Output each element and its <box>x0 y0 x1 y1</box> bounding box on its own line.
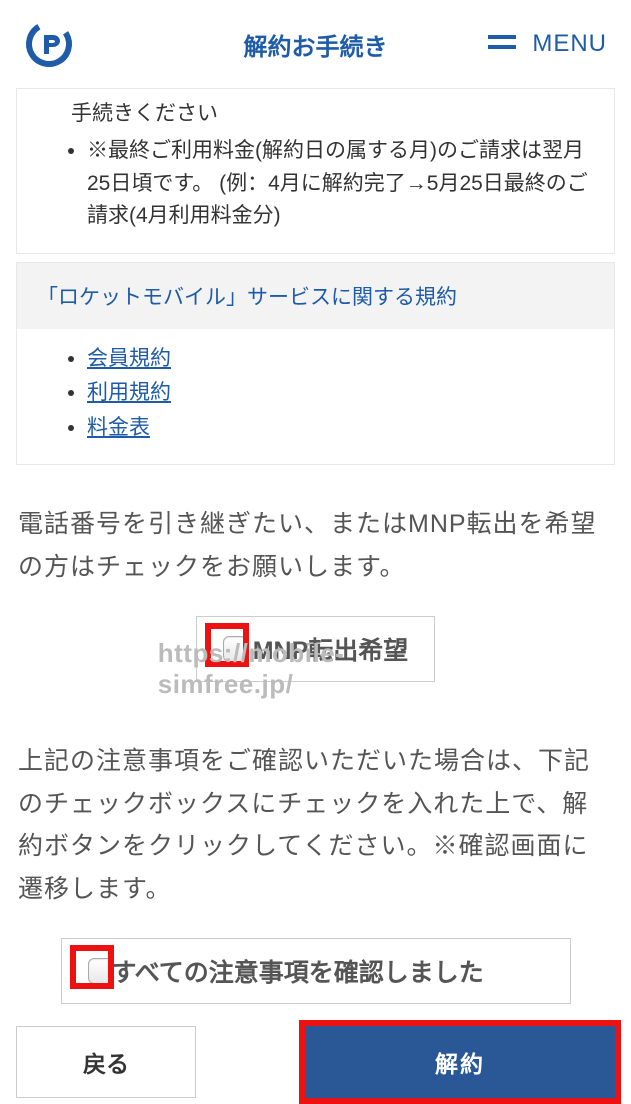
notice-bullet: ※最終ご利用料金(解約日の属する月)のご請求は翌月25日頃です。 (例：4月に解… <box>87 135 594 233</box>
confirm-instruction: 上記の注意事項をご確認いただいた場合は、下記のチェックボックスにチェックを入れた… <box>18 740 613 910</box>
hamburger-icon <box>488 30 516 58</box>
menu-label: MENU <box>532 30 607 58</box>
submit-button-label: 解約 <box>435 1045 485 1079</box>
confirm-checkbox-container[interactable]: すべての注意事項を確認しました <box>61 938 571 1004</box>
brand-logo[interactable] <box>24 19 74 69</box>
notice-card: 手続きください ※最終ご利用料金(解約日の属する月)のご請求は翌月25日頃です。… <box>16 88 615 254</box>
terms-link-usage[interactable]: 利用規約 <box>87 381 171 404</box>
main-content: 手続きください ※最終ご利用料金(解約日の属する月)のご請求は翌月25日頃です。… <box>0 88 631 1098</box>
page-title: 解約お手続き <box>244 27 388 62</box>
terms-card-header: 「ロケットモバイル」サービスに関する規約 <box>17 263 614 329</box>
action-row: 戻る 解約 <box>16 1026 615 1098</box>
terms-link-price[interactable]: 料金表 <box>87 416 150 439</box>
menu-button[interactable]: MENU <box>488 30 607 58</box>
mnp-checkbox[interactable] <box>223 636 249 662</box>
app-header: 解約お手続き MENU <box>0 0 631 88</box>
terms-card: 「ロケットモバイル」サービスに関する規約 会員規約 利用規約 料金表 <box>16 262 615 466</box>
back-button-label: 戻る <box>83 1045 129 1079</box>
mnp-checkbox-container[interactable]: MNP転出希望 <box>196 616 436 682</box>
back-button[interactable]: 戻る <box>16 1026 196 1098</box>
mnp-checkbox-label: MNP転出希望 <box>253 631 409 667</box>
confirm-checkbox[interactable] <box>88 958 114 984</box>
notice-cut-text: 手続きください <box>37 97 594 127</box>
submit-button[interactable]: 解約 <box>305 1026 615 1098</box>
mnp-instruction: 電話番号を引き継ぎたい、またはMNP転出を希望の方はチェックをお願いします。 <box>18 503 613 588</box>
terms-link-member[interactable]: 会員規約 <box>87 347 171 370</box>
confirm-checkbox-label: すべての注意事項を確認しました <box>112 953 484 989</box>
